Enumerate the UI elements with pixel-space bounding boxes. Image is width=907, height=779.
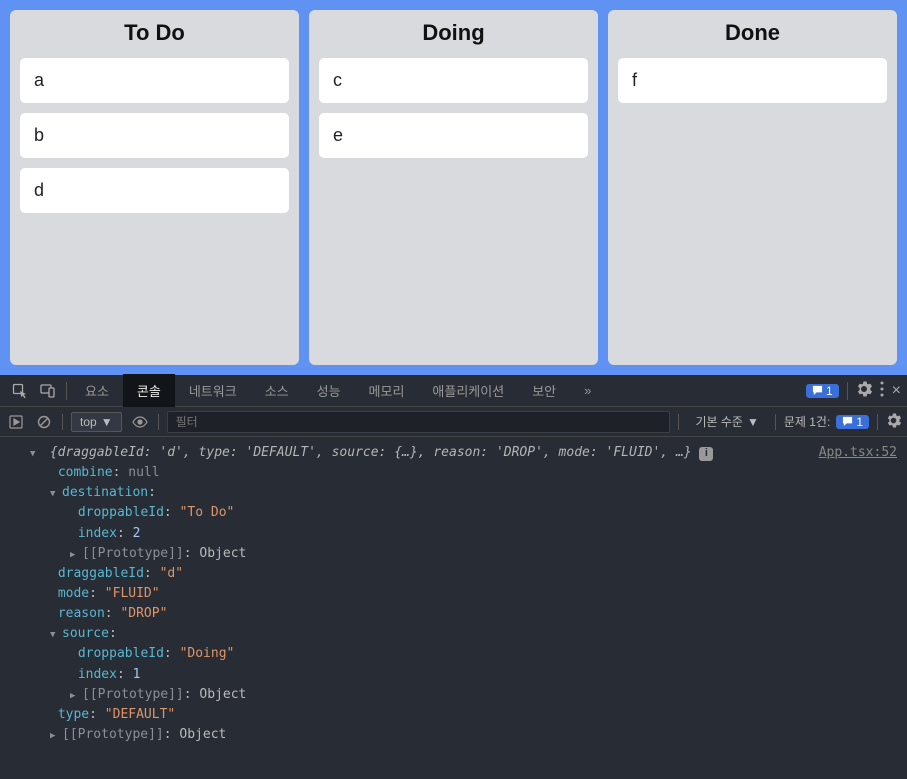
eye-icon[interactable] bbox=[130, 416, 150, 428]
message-icon bbox=[812, 385, 823, 396]
tab-sources[interactable]: 소스 bbox=[251, 374, 303, 407]
issues-summary[interactable]: 문제 1건: 1 bbox=[784, 413, 869, 430]
play-icon[interactable] bbox=[6, 415, 26, 429]
issue-badge: 1 bbox=[836, 415, 869, 429]
expand-arrow-icon[interactable] bbox=[30, 443, 42, 463]
tab-memory[interactable]: 메모리 bbox=[355, 374, 419, 407]
kanban-card[interactable]: b bbox=[20, 113, 289, 158]
log-line[interactable]: droppableId: "To Do" bbox=[30, 503, 897, 523]
devtools-panel: 요소 콘솔 네트워크 소스 성능 메모리 애플리케이션 보안 » 1 × bbox=[0, 375, 907, 779]
log-line[interactable]: type: "DEFAULT" bbox=[30, 705, 897, 725]
column-title: Done bbox=[618, 20, 887, 46]
divider bbox=[877, 414, 878, 430]
divider bbox=[775, 414, 776, 430]
kebab-menu-icon[interactable] bbox=[880, 381, 884, 400]
tab-console[interactable]: 콘솔 bbox=[123, 374, 175, 407]
context-selector[interactable]: top ▼ bbox=[71, 412, 122, 432]
log-level-selector[interactable]: 기본 수준 ▼ bbox=[687, 411, 766, 432]
inspect-icon[interactable] bbox=[6, 377, 34, 405]
log-line[interactable]: [[Prototype]]: Object bbox=[30, 685, 897, 705]
divider bbox=[847, 382, 848, 400]
source-link[interactable]: App.tsx:52 bbox=[819, 443, 897, 463]
log-summary: {draggableId: 'd', type: 'DEFAULT', sour… bbox=[50, 445, 692, 460]
kanban-card[interactable]: f bbox=[618, 58, 887, 103]
console-toolbar: top ▼ 기본 수준 ▼ 문제 1건: 1 bbox=[0, 407, 907, 437]
divider bbox=[158, 414, 159, 430]
kanban-card[interactable]: e bbox=[319, 113, 588, 158]
kanban-card[interactable]: a bbox=[20, 58, 289, 103]
filter-input[interactable] bbox=[167, 411, 671, 433]
column-title: To Do bbox=[20, 20, 289, 46]
tab-security[interactable]: 보안 bbox=[518, 374, 570, 407]
tab-network[interactable]: 네트워크 bbox=[175, 374, 251, 407]
log-line[interactable]: [[Prototype]]: Object bbox=[30, 725, 897, 745]
log-summary-row[interactable]: {draggableId: 'd', type: 'DEFAULT', sour… bbox=[30, 443, 897, 463]
kanban-column-todo[interactable]: To Do a b d bbox=[10, 10, 299, 365]
divider bbox=[62, 414, 63, 430]
log-line[interactable]: combine: null bbox=[30, 463, 897, 483]
tab-performance[interactable]: 성능 bbox=[303, 374, 355, 407]
message-count: 1 bbox=[826, 384, 833, 398]
log-line[interactable]: index: 1 bbox=[30, 665, 897, 685]
divider bbox=[66, 382, 67, 400]
column-title: Doing bbox=[319, 20, 588, 46]
clear-console-icon[interactable] bbox=[34, 415, 54, 429]
log-line[interactable]: mode: "FLUID" bbox=[30, 584, 897, 604]
expand-arrow-icon[interactable] bbox=[70, 685, 82, 705]
message-badge[interactable]: 1 bbox=[806, 384, 839, 398]
expand-arrow-icon[interactable] bbox=[50, 725, 62, 745]
chevron-down-icon: ▼ bbox=[747, 415, 759, 429]
divider bbox=[678, 414, 679, 430]
log-line[interactable]: reason: "DROP" bbox=[30, 604, 897, 624]
devtools-tab-bar: 요소 콘솔 네트워크 소스 성능 메모리 애플리케이션 보안 » 1 × bbox=[0, 375, 907, 407]
expand-arrow-icon[interactable] bbox=[50, 624, 62, 644]
log-line[interactable]: source: bbox=[30, 624, 897, 644]
context-label: top bbox=[80, 415, 97, 429]
expand-arrow-icon[interactable] bbox=[50, 483, 62, 503]
device-toggle-icon[interactable] bbox=[34, 377, 62, 405]
console-settings-icon[interactable] bbox=[886, 413, 901, 431]
kanban-card[interactable]: d bbox=[20, 168, 289, 213]
chevron-down-icon: ▼ bbox=[101, 415, 113, 429]
log-line[interactable]: destination: bbox=[30, 483, 897, 503]
tab-more[interactable]: » bbox=[570, 376, 605, 405]
issues-label: 문제 1건: bbox=[784, 413, 830, 430]
log-level-label: 기본 수준 bbox=[695, 413, 743, 430]
log-line[interactable]: [[Prototype]]: Object bbox=[30, 544, 897, 564]
close-devtools-icon[interactable]: × bbox=[892, 382, 901, 400]
tab-elements[interactable]: 요소 bbox=[71, 374, 123, 407]
log-line[interactable]: index: 2 bbox=[30, 524, 897, 544]
issue-count: 1 bbox=[856, 415, 863, 429]
kanban-card[interactable]: c bbox=[319, 58, 588, 103]
log-line[interactable]: droppableId: "Doing" bbox=[30, 644, 897, 664]
kanban-board: To Do a b d Doing c e Done f bbox=[0, 0, 907, 375]
info-icon[interactable]: i bbox=[699, 447, 713, 461]
gear-icon[interactable] bbox=[856, 381, 872, 400]
expand-arrow-icon[interactable] bbox=[70, 544, 82, 564]
log-line[interactable]: draggableId: "d" bbox=[30, 564, 897, 584]
tab-application[interactable]: 애플리케이션 bbox=[418, 374, 518, 407]
kanban-column-doing[interactable]: Doing c e bbox=[309, 10, 598, 365]
kanban-column-done[interactable]: Done f bbox=[608, 10, 897, 365]
message-icon bbox=[842, 416, 853, 427]
console-output: App.tsx:52 {draggableId: 'd', type: 'DEF… bbox=[0, 437, 907, 765]
